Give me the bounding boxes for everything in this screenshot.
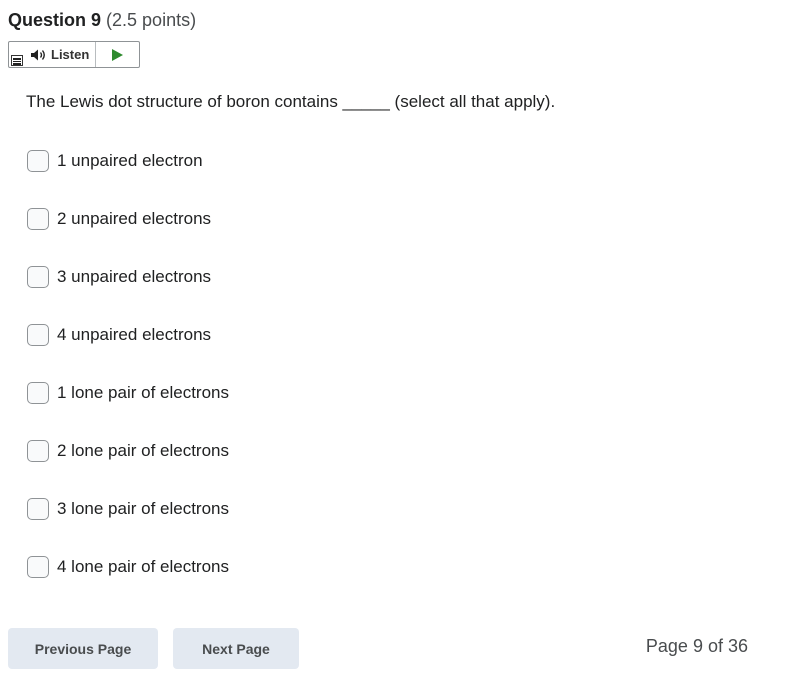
- checkbox[interactable]: [27, 498, 49, 520]
- checkbox[interactable]: [27, 382, 49, 404]
- previous-page-button[interactable]: Previous Page: [8, 628, 158, 669]
- answer-option[interactable]: 2 lone pair of electrons: [27, 438, 229, 464]
- listen-menu-button[interactable]: [9, 42, 25, 67]
- answer-option[interactable]: 4 lone pair of electrons: [27, 554, 229, 580]
- question-title: Question 9: [8, 10, 102, 30]
- option-label[interactable]: 4 unpaired electrons: [57, 325, 211, 345]
- answer-option[interactable]: 2 unpaired electrons: [27, 206, 229, 232]
- option-label[interactable]: 2 unpaired electrons: [57, 209, 211, 229]
- option-label[interactable]: 1 lone pair of electrons: [57, 383, 229, 403]
- play-button[interactable]: [96, 42, 139, 67]
- question-points: (2.5 points): [106, 10, 197, 30]
- answer-options: 1 unpaired electron 2 unpaired electrons…: [27, 148, 229, 612]
- question-header: Question 9 (2.5 points): [8, 9, 196, 31]
- option-label[interactable]: 3 lone pair of electrons: [57, 499, 229, 519]
- checkbox[interactable]: [27, 440, 49, 462]
- next-page-button[interactable]: Next Page: [173, 628, 299, 669]
- checkbox[interactable]: [27, 208, 49, 230]
- listen-toolbar: Listen: [8, 41, 140, 68]
- speaker-icon: [31, 49, 47, 61]
- checkbox[interactable]: [27, 324, 49, 346]
- checkbox[interactable]: [27, 266, 49, 288]
- menu-icon: [11, 55, 23, 66]
- option-label[interactable]: 3 unpaired electrons: [57, 267, 211, 287]
- option-label[interactable]: 2 lone pair of electrons: [57, 441, 229, 461]
- listen-button[interactable]: Listen: [25, 42, 97, 67]
- page-indicator: Page 9 of 36: [645, 636, 748, 656]
- play-icon: [112, 48, 124, 61]
- checkbox[interactable]: [27, 556, 49, 578]
- answer-option[interactable]: 3 unpaired electrons: [27, 264, 229, 290]
- question-text: The Lewis dot structure of boron contain…: [26, 92, 556, 111]
- answer-option[interactable]: 1 unpaired electron: [27, 148, 229, 174]
- answer-option[interactable]: 3 lone pair of electrons: [27, 496, 229, 522]
- checkbox[interactable]: [27, 150, 49, 172]
- option-label[interactable]: 4 lone pair of electrons: [57, 557, 229, 577]
- answer-option[interactable]: 4 unpaired electrons: [27, 322, 229, 348]
- option-label[interactable]: 1 unpaired electron: [57, 151, 203, 171]
- listen-label: Listen: [51, 47, 90, 62]
- answer-option[interactable]: 1 lone pair of electrons: [27, 380, 229, 406]
